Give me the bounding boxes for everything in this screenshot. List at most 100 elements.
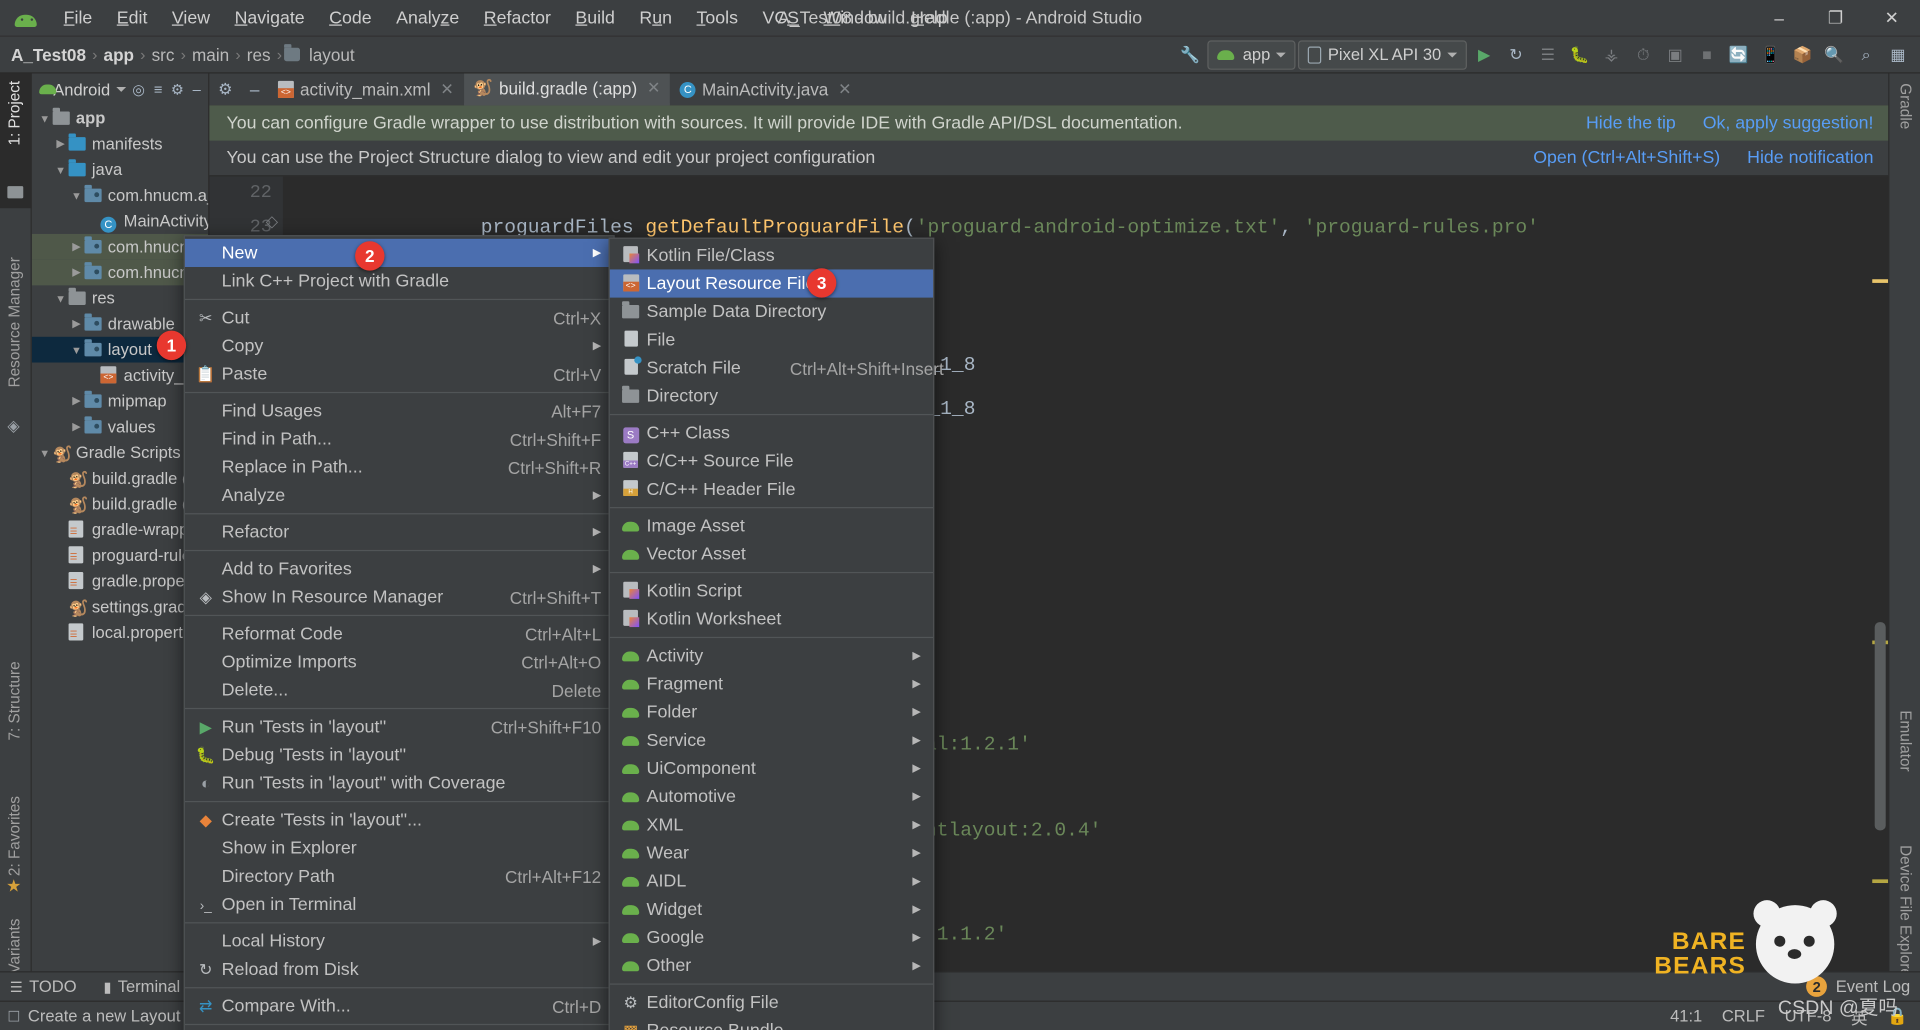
- project-panel-header[interactable]: Android ◎ ≡ ⚙ –: [32, 73, 208, 105]
- menu-item-copy[interactable]: Copy ▶: [185, 332, 614, 360]
- menu-item-show-in-resource-manager[interactable]: ◈ Show In Resource Manager Ctrl+Shift+T: [185, 583, 614, 611]
- tool-window-project[interactable]: 1: Project: [6, 81, 23, 146]
- menu-item-other[interactable]: Other ▶: [610, 952, 933, 980]
- tree-expand-arrow[interactable]: ▶: [69, 394, 85, 407]
- tree-node-manifests[interactable]: ▶ manifests: [32, 131, 208, 157]
- avd-manager-button[interactable]: 📱: [1756, 40, 1785, 69]
- window-controls[interactable]: – ❐ ✕: [1751, 0, 1920, 36]
- breadcrumb-item-0[interactable]: A_Test08: [7, 43, 89, 65]
- menu-item-directory-path[interactable]: Directory Path Ctrl+Alt+F12: [185, 862, 614, 890]
- menu-item-create-tests-in-layout[interactable]: ◆ Create 'Tests in 'layout''...: [185, 806, 614, 834]
- tool-window-resource-manager[interactable]: Resource Manager: [6, 257, 23, 387]
- tree-node-app[interactable]: ▼ app: [32, 105, 208, 131]
- tree-expand-arrow[interactable]: ▼: [37, 446, 53, 458]
- tree-node-proguard-rules-pro[interactable]: ☰proguard-rules.pro: [32, 543, 208, 569]
- menu-item-run-tests-in-layout-with-coverage[interactable]: ◐ Run 'Tests in 'layout'' with Coverage: [185, 769, 614, 797]
- breadcrumb-item-1[interactable]: app: [100, 43, 138, 65]
- menu-item-resource-bundle[interactable]: ▩ Resource Bundle: [610, 1017, 933, 1030]
- menu-item-file[interactable]: File: [610, 326, 933, 354]
- code-fold-icon[interactable]: ◇: [266, 213, 283, 231]
- right-tool-strip[interactable]: Gradle Emulator Device File Explorer: [1888, 73, 1920, 1001]
- breadcrumb-item-4[interactable]: res: [243, 43, 274, 65]
- tree-expand-arrow[interactable]: ▶: [69, 317, 85, 330]
- collapse-all-icon[interactable]: ≡: [154, 81, 163, 98]
- menu-analyze[interactable]: Analyze: [384, 3, 472, 32]
- tree-expand-arrow[interactable]: ▼: [69, 189, 85, 201]
- menu-item-xml[interactable]: XML ▶: [610, 811, 933, 839]
- tool-window-emulator[interactable]: Emulator: [1897, 710, 1914, 771]
- menu-item-optimize-imports[interactable]: Optimize Imports Ctrl+Alt+O: [185, 648, 614, 676]
- stop-button[interactable]: ■: [1692, 40, 1721, 69]
- warning-marker[interactable]: [1872, 279, 1889, 283]
- breadcrumb-item-5[interactable]: layout: [305, 43, 358, 65]
- caret-position[interactable]: 41:1: [1670, 1007, 1702, 1025]
- tool-window-structure[interactable]: 7: Structure: [6, 661, 23, 740]
- menu-item-paste[interactable]: 📋 Paste Ctrl+V: [185, 360, 614, 388]
- menu-item-kotlin-worksheet[interactable]: Kotlin Worksheet: [610, 605, 933, 633]
- menu-item-cut[interactable]: ✂ Cut Ctrl+X: [185, 304, 614, 332]
- debug-button[interactable]: 🐛: [1565, 40, 1594, 69]
- menu-item-google[interactable]: Google ▶: [610, 923, 933, 951]
- tree-expand-arrow[interactable]: ▶: [53, 137, 69, 150]
- menu-item-compare-with[interactable]: ⇄ Compare With... Ctrl+D: [185, 992, 614, 1020]
- left-tool-strip[interactable]: 1: Project Resource Manager ◈ 7: Structu…: [0, 73, 32, 1012]
- tree-expand-arrow[interactable]: ▼: [53, 164, 69, 176]
- menu-item-replace-in-path[interactable]: Replace in Path... Ctrl+Shift+R: [185, 453, 614, 481]
- tree-node-gradle-properties[interactable]: ☰ gradle.properties: [32, 568, 208, 594]
- menu-item-link-c++-project-with-gradle[interactable]: Link C++ Project with Gradle: [185, 267, 614, 295]
- menu-item-analyze[interactable]: Analyze ▶: [185, 481, 614, 509]
- menu-view[interactable]: View: [160, 3, 223, 32]
- menu-item-add-to-favorites[interactable]: Add to Favorites ▶: [185, 555, 614, 583]
- menu-window[interactable]: Window: [811, 3, 899, 32]
- apply-changes-button[interactable]: ☰: [1533, 40, 1562, 69]
- minimize-icon[interactable]: –: [241, 80, 268, 100]
- run-button[interactable]: ▶: [1469, 40, 1498, 69]
- menu-item-find-usages[interactable]: Find Usages Alt+F7: [185, 397, 614, 425]
- editor-tab-bar[interactable]: ⚙ – activity_main.xml ✕ 🐒 build.gradle (…: [209, 73, 1889, 106]
- device-manager-button[interactable]: ▣: [1660, 40, 1689, 69]
- open-project-structure-link[interactable]: Open (Ctrl+Alt+Shift+S): [1533, 148, 1720, 168]
- gear-icon[interactable]: ⚙: [171, 81, 184, 98]
- menu-item-automotive[interactable]: Automotive ▶: [610, 783, 933, 811]
- tree-node-local-properties[interactable]: ☰ local.properties: [32, 620, 208, 646]
- menu-item-widget[interactable]: Widget ▶: [610, 895, 933, 923]
- close-icon[interactable]: ✕: [647, 78, 660, 98]
- menu-item-refactor[interactable]: Refactor ▶: [185, 518, 614, 546]
- tree-expand-arrow[interactable]: ▶: [69, 266, 85, 279]
- menu-item-c-c++-header-file[interactable]: H C/C++ Header File: [610, 475, 933, 503]
- tree-node-values[interactable]: ▶ values: [32, 414, 208, 440]
- hide-panel-icon[interactable]: –: [193, 81, 201, 98]
- line-separator[interactable]: CRLF: [1722, 1007, 1765, 1025]
- menu-item-local-history[interactable]: Local History ▶: [185, 927, 614, 955]
- menu-item-new[interactable]: New ▶: [184, 238, 614, 267]
- menu-item-scratch-file[interactable]: Scratch File Ctrl+Alt+Shift+Insert: [610, 354, 944, 382]
- menu-item-c-c++-source-file[interactable]: C++ C/C++ Source File: [610, 447, 933, 475]
- tab-main-activity-java[interactable]: C MainActivity.java ✕: [670, 73, 861, 105]
- menu-item-open-in-terminal[interactable]: ›_ Open in Terminal: [185, 890, 614, 918]
- menu-item-c++-class[interactable]: S C++ Class: [610, 419, 933, 447]
- context-menu[interactable]: New ▶ Link C++ Project with Gradle ✂ Cut Ctrl…: [183, 235, 615, 1030]
- menu-item-reformat-code[interactable]: Reformat Code Ctrl+Alt+L: [185, 620, 614, 648]
- menu-item-uicomponent[interactable]: UiComponent ▶: [610, 754, 933, 782]
- sdk-manager-button[interactable]: 📦: [1788, 40, 1817, 69]
- tree-node-mainactivity[interactable]: C MainActivity: [32, 208, 208, 234]
- project-structure-button[interactable]: ▦: [1883, 40, 1912, 69]
- menu-item-layout-resource-file[interactable]: Layout Resource File: [609, 269, 934, 298]
- menu-item-show-in-explorer[interactable]: Show in Explorer: [185, 834, 614, 862]
- warning-marker[interactable]: [1872, 879, 1889, 884]
- menu-item-fragment[interactable]: Fragment ▶: [610, 670, 933, 698]
- hide-notification-link[interactable]: Hide notification: [1747, 148, 1873, 168]
- tab-activity-main-xml[interactable]: activity_main.xml ✕: [268, 73, 463, 105]
- tool-window-device-file-explorer[interactable]: Device File Explorer: [1897, 845, 1914, 982]
- editor-scrollbar[interactable]: [1872, 279, 1889, 1001]
- device-selector[interactable]: Pixel XL API 30: [1298, 39, 1467, 70]
- profile-button[interactable]: ⏱: [1629, 40, 1658, 69]
- breadcrumb-item-3[interactable]: main: [188, 43, 233, 65]
- rerun-button[interactable]: ↻: [1501, 40, 1530, 69]
- menu-item-directory[interactable]: Directory: [610, 382, 933, 410]
- tool-window-favorites[interactable]: 2: Favorites: [6, 796, 23, 876]
- tree-node-gradle-wrapper-properties[interactable]: ☰gradle-wrapper.properties: [32, 517, 208, 543]
- menu-navigate[interactable]: Navigate: [222, 3, 317, 32]
- menu-item-vector-asset[interactable]: Vector Asset: [610, 540, 933, 568]
- gear-icon[interactable]: ⚙: [209, 80, 241, 100]
